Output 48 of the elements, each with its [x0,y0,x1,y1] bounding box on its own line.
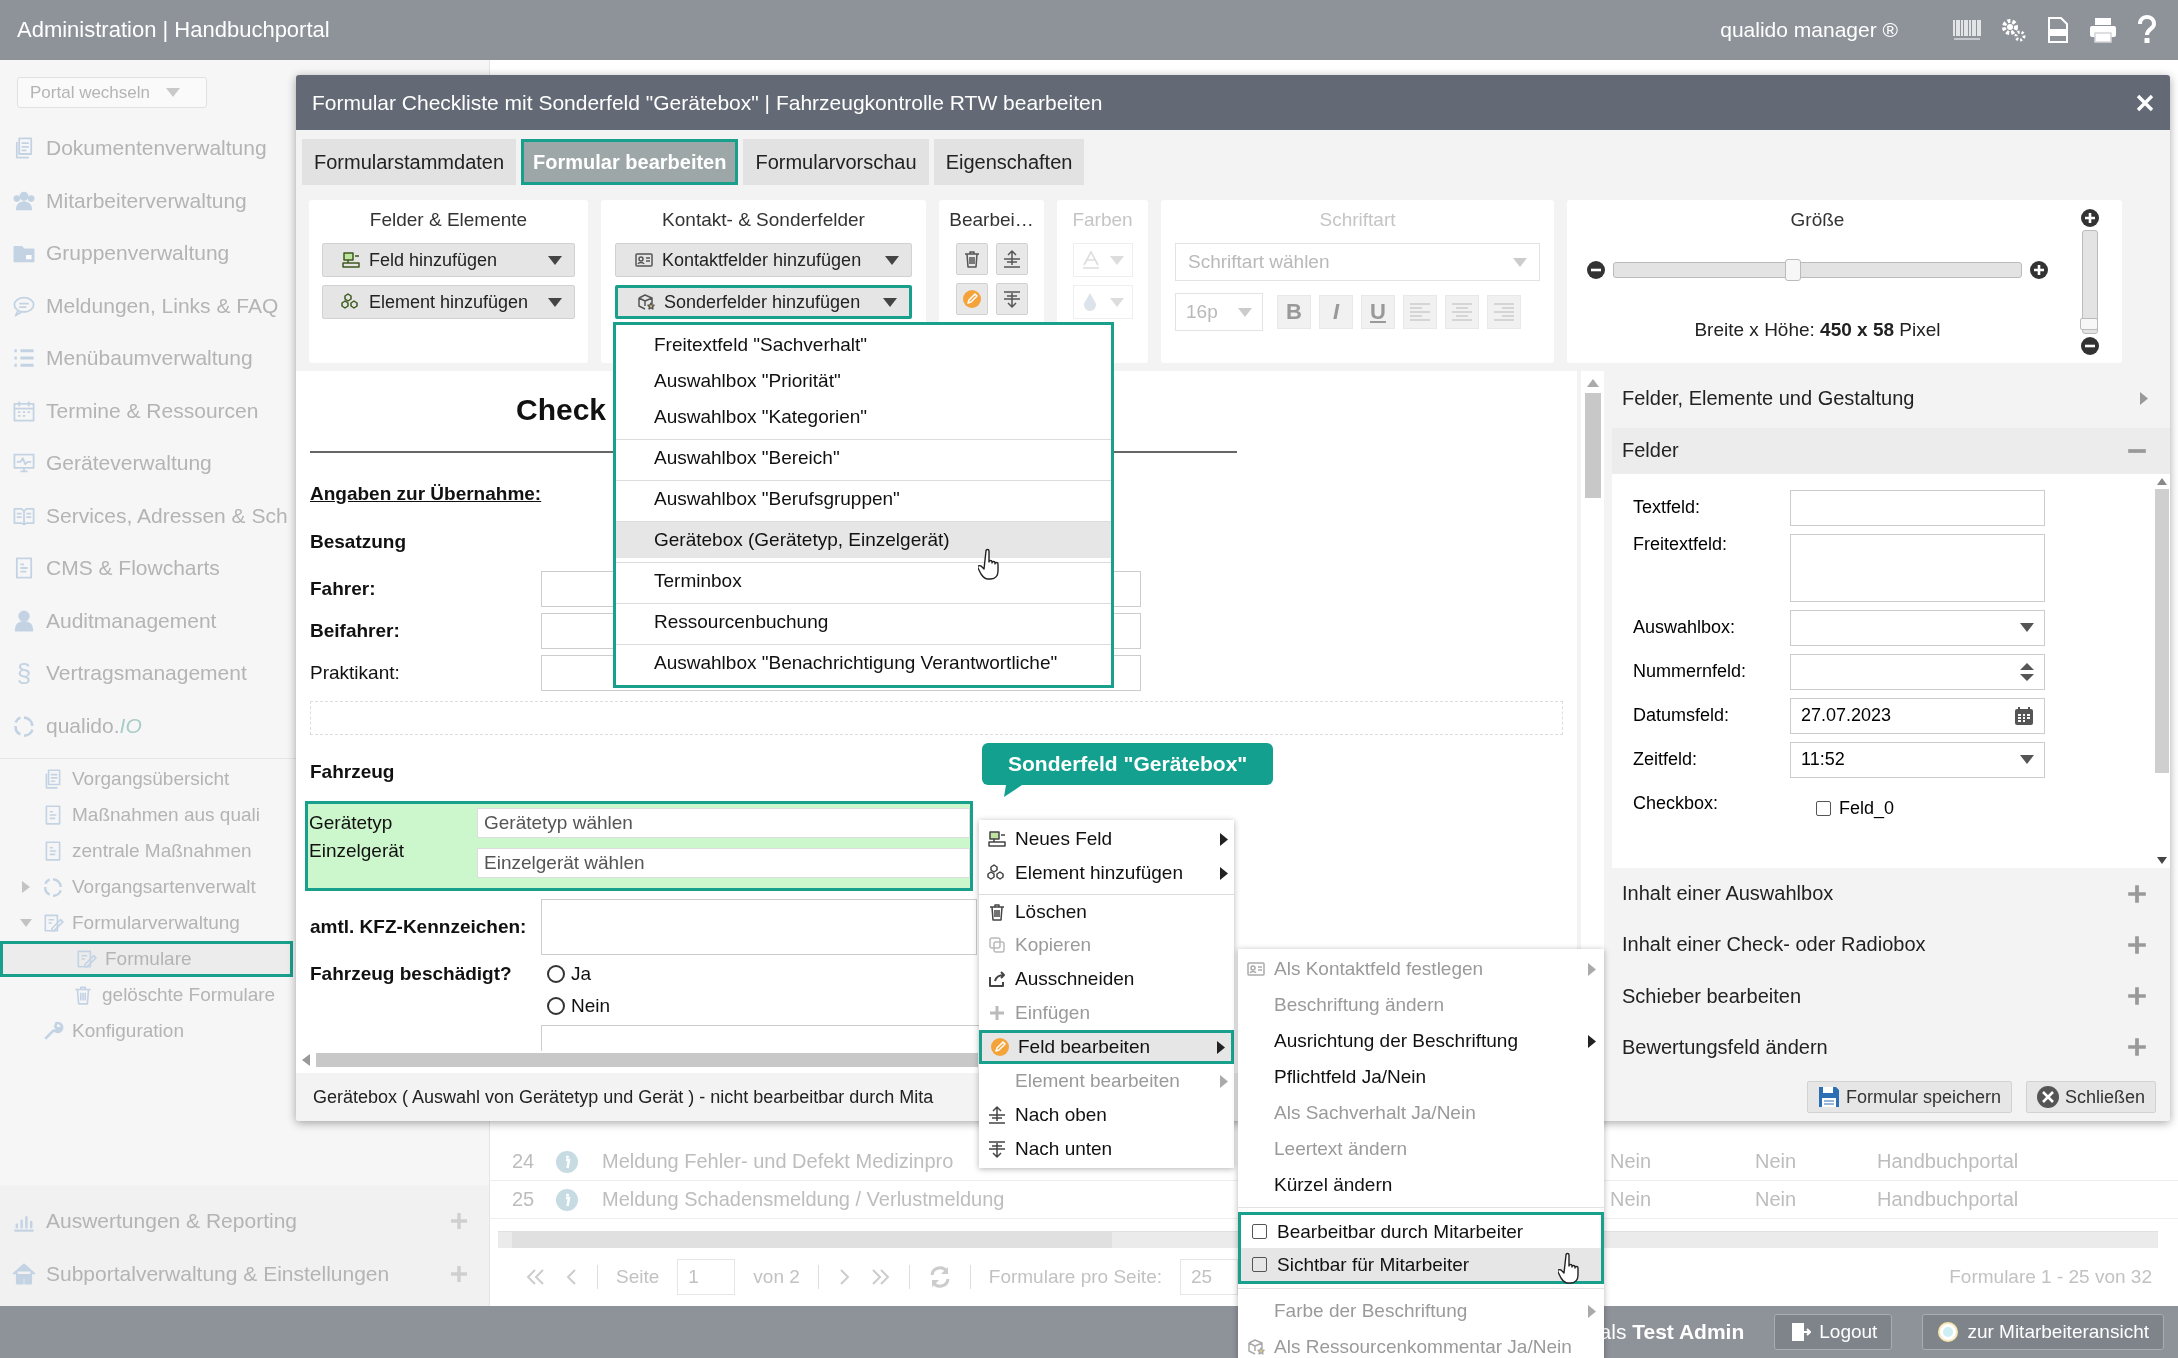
group-title: Größe [1790,209,1845,231]
option-label: Ja [571,963,592,985]
page-size-label: Formulare pro Seite: [988,1266,1162,1288]
table-cell-text: Nein [1610,1150,1653,1173]
group-heading: Besatzung [310,531,407,553]
field-label: Freitextfeld: [1633,533,1729,555]
page-label: Seite [616,1266,660,1288]
app-title: Administration | Handbuchportal [17,17,331,43]
field-label: Fahrer: [310,578,377,600]
field-label: Praktikant: [310,662,401,684]
checkbox-label: Feld_0 [1839,798,1895,820]
group-title: Kontakt- & Sonderfelder [662,209,865,231]
field-label: Gerätetyp [308,812,394,834]
paragraph-icon: § [12,657,36,689]
table-cell-text: Nein [1755,1150,1798,1173]
table-cell: Handbuchportal [1877,1188,2019,1211]
field-label: Auswahlbox: [1633,617,1737,639]
option-label: Nein [571,995,611,1017]
field-label: Textfeld: [1633,497,1702,519]
form-title: Check [516,393,607,427]
field-label: Fahrzeug beschädigt? [310,963,513,985]
page-count: von 2 [753,1266,800,1288]
table-cell-text: Nein [1755,1188,1798,1211]
field-label: Checkbox: [1633,793,1720,815]
table-cell-text: 25 [512,1188,536,1211]
field-label: Einzelgerät [308,840,406,862]
field-label: Nummernfeld: [1633,661,1748,683]
table-cell: Meldung Schadensmeldung / Verlustmeldung [602,1188,1005,1210]
table-cell: Handbuchportal [1877,1150,2019,1173]
size-reading: Breite x Höhe: 450 x 58 Pixel [1694,319,1941,341]
dialog-title: Formular Checkliste mit Sonderfeld "Gerätebox" | Fahrzeugkontrolle RTW bearbeiten [312,90,1104,115]
table-cell: Meldung Fehler- und Defekt Medizinpro [602,1150,954,1172]
group-heading: Fahrzeug [310,761,395,783]
field-label: Zeitfeld: [1633,749,1699,771]
field-label: Datumsfeld: [1633,705,1731,727]
record-count: Formulare 1 - 25 von 32 [1949,1266,2152,1288]
field-label: Beifahrer: [310,620,401,642]
group-title: Farben [1072,209,1133,231]
status-text: Gerätebox ( Auswahl von Gerätetyp und Gerät ) - nicht bearbeitbar durch Mita [313,1086,934,1108]
product-name: qualido manager ® [1720,18,1898,42]
group-title: Felder & Elemente [369,209,528,231]
tooltip: Sonderfeld "Gerätebox" [982,743,1274,785]
group-title: Bearbei… [949,209,1034,231]
table-cell-text: 24 [512,1150,536,1173]
group-title: Schriftart [1319,209,1396,231]
table-cell-text: Nein [1610,1188,1653,1211]
field-label: amtl. KFZ-Kennzeichen: [310,916,528,938]
section-heading: Angaben zur Übernahme: [310,483,542,505]
